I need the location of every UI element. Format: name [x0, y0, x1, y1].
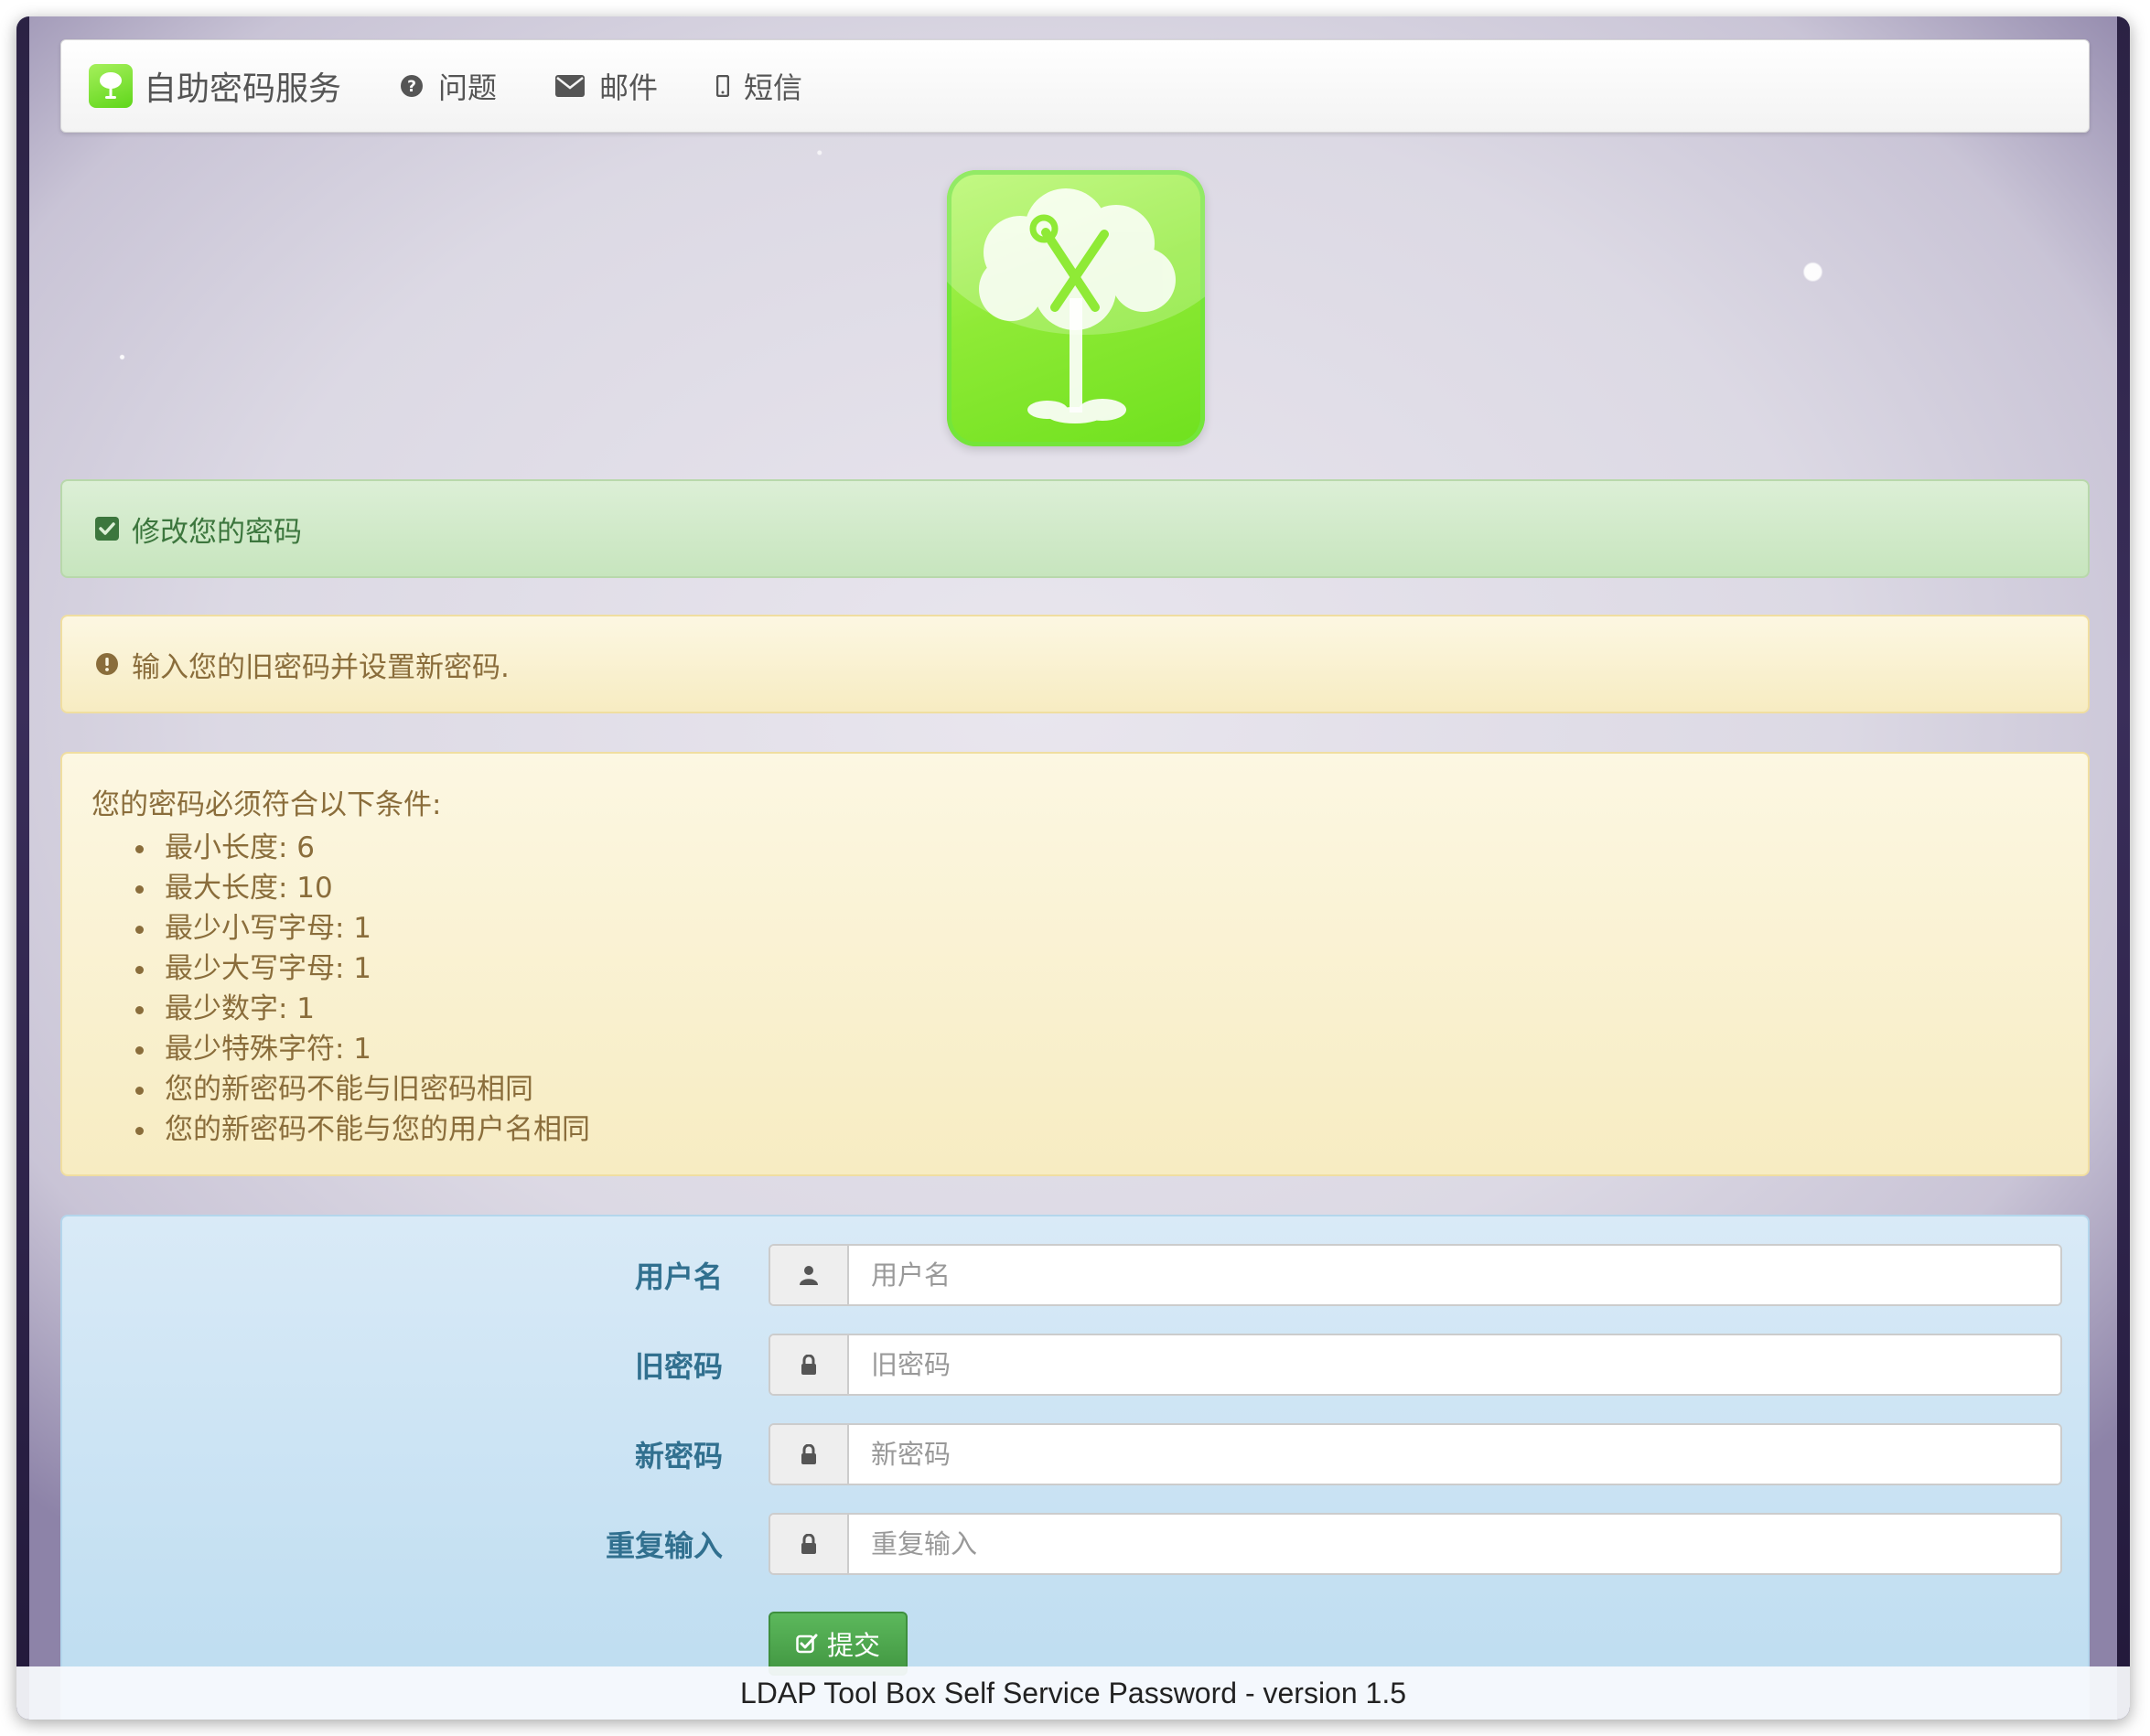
- policy-rule: 您的新密码不能与旧密码相同: [135, 1069, 2088, 1109]
- username-input[interactable]: [849, 1246, 2060, 1304]
- policy-rule: 最少特殊字符: 1: [135, 1029, 2088, 1069]
- tree-wrench-logo-icon: [979, 188, 1176, 423]
- user-icon: [770, 1246, 849, 1304]
- app-logo: [947, 170, 1205, 446]
- policy-list: 最小长度: 6 最大长度: 10 最少小写字母: 1 最少大写字母: 1 最少数…: [91, 828, 2088, 1150]
- nav-item-label: 邮件: [599, 70, 659, 105]
- confirm-password-label: 重复输入: [605, 1528, 723, 1563]
- footer: LDAP Tool Box Self Service Password - ve…: [16, 1666, 2130, 1720]
- brand-title: 自助密码服务: [144, 70, 342, 108]
- svg-text:?: ?: [407, 78, 416, 96]
- instruction-text: 输入您的旧密码并设置新密码.: [132, 650, 510, 684]
- browser-window: 自助密码服务 ? 问题 邮件 短信 修改您的密码 输入您的旧密码并设置新密码. …: [16, 16, 2130, 1720]
- old-password-input-group: [769, 1334, 2062, 1396]
- change-password-form: 用户名 旧密码: [60, 1215, 2090, 1720]
- policy-rule: 最大长度: 10: [135, 868, 2088, 908]
- confirm-password-input[interactable]: [849, 1515, 2060, 1573]
- page-title: 修改您的密码: [132, 515, 302, 549]
- new-password-label: 新密码: [634, 1439, 723, 1473]
- navbar: 自助密码服务 ? 问题 邮件 短信: [60, 39, 2090, 133]
- username-label: 用户名: [634, 1259, 723, 1294]
- password-policy-panel: 您的密码必须符合以下条件: 最小长度: 6 最大长度: 10 最少小写字母: 1…: [60, 752, 2090, 1176]
- old-password-label: 旧密码: [634, 1349, 723, 1384]
- username-row: 用户名: [62, 1244, 2088, 1306]
- new-password-input-group: [769, 1423, 2062, 1485]
- envelope-icon: [555, 75, 586, 97]
- lock-icon: [770, 1425, 849, 1484]
- page-heading-panel: 修改您的密码: [60, 479, 2090, 578]
- lock-icon: [770, 1335, 849, 1394]
- policy-rule: 最少数字: 1: [135, 989, 2088, 1029]
- question-circle-icon: ?: [400, 74, 424, 98]
- instruction-alert: 输入您的旧密码并设置新密码.: [60, 615, 2090, 713]
- policy-rule: 您的新密码不能与您的用户名相同: [135, 1109, 2088, 1150]
- nav-item-label: 问题: [438, 70, 498, 105]
- nav-item-email[interactable]: 邮件: [555, 65, 658, 107]
- check-square-o-icon: [796, 1634, 818, 1654]
- brand-logo-icon: [89, 64, 133, 108]
- policy-title: 您的密码必须符合以下条件:: [91, 788, 442, 821]
- confirm-password-row: 重复输入: [62, 1513, 2088, 1575]
- username-input-group: [769, 1244, 2062, 1306]
- brand-link[interactable]: 自助密码服务: [89, 62, 341, 110]
- confirm-password-input-group: [769, 1513, 2062, 1575]
- footer-text: LDAP Tool Box Self Service Password - ve…: [739, 1676, 1407, 1709]
- policy-rule: 最少小写字母: 1: [135, 908, 2088, 948]
- exclamation-circle-icon: [95, 652, 119, 676]
- nav-item-sms[interactable]: 短信: [716, 65, 802, 107]
- old-password-row: 旧密码: [62, 1334, 2088, 1396]
- background-edge-right: [2117, 16, 2130, 1720]
- policy-rule: 最少大写字母: 1: [135, 948, 2088, 989]
- nav-item-label: 短信: [744, 70, 803, 105]
- old-password-input[interactable]: [849, 1335, 2060, 1394]
- mobile-phone-icon: [716, 75, 730, 97]
- new-password-input[interactable]: [849, 1425, 2060, 1484]
- submit-label: 提交: [826, 1630, 880, 1661]
- policy-rule: 最小长度: 6: [135, 828, 2088, 868]
- check-square-icon: [95, 517, 119, 541]
- lock-icon: [770, 1515, 849, 1573]
- background-edge-left: [16, 16, 29, 1720]
- new-password-row: 新密码: [62, 1423, 2088, 1485]
- nav-item-questions[interactable]: ? 问题: [400, 65, 497, 107]
